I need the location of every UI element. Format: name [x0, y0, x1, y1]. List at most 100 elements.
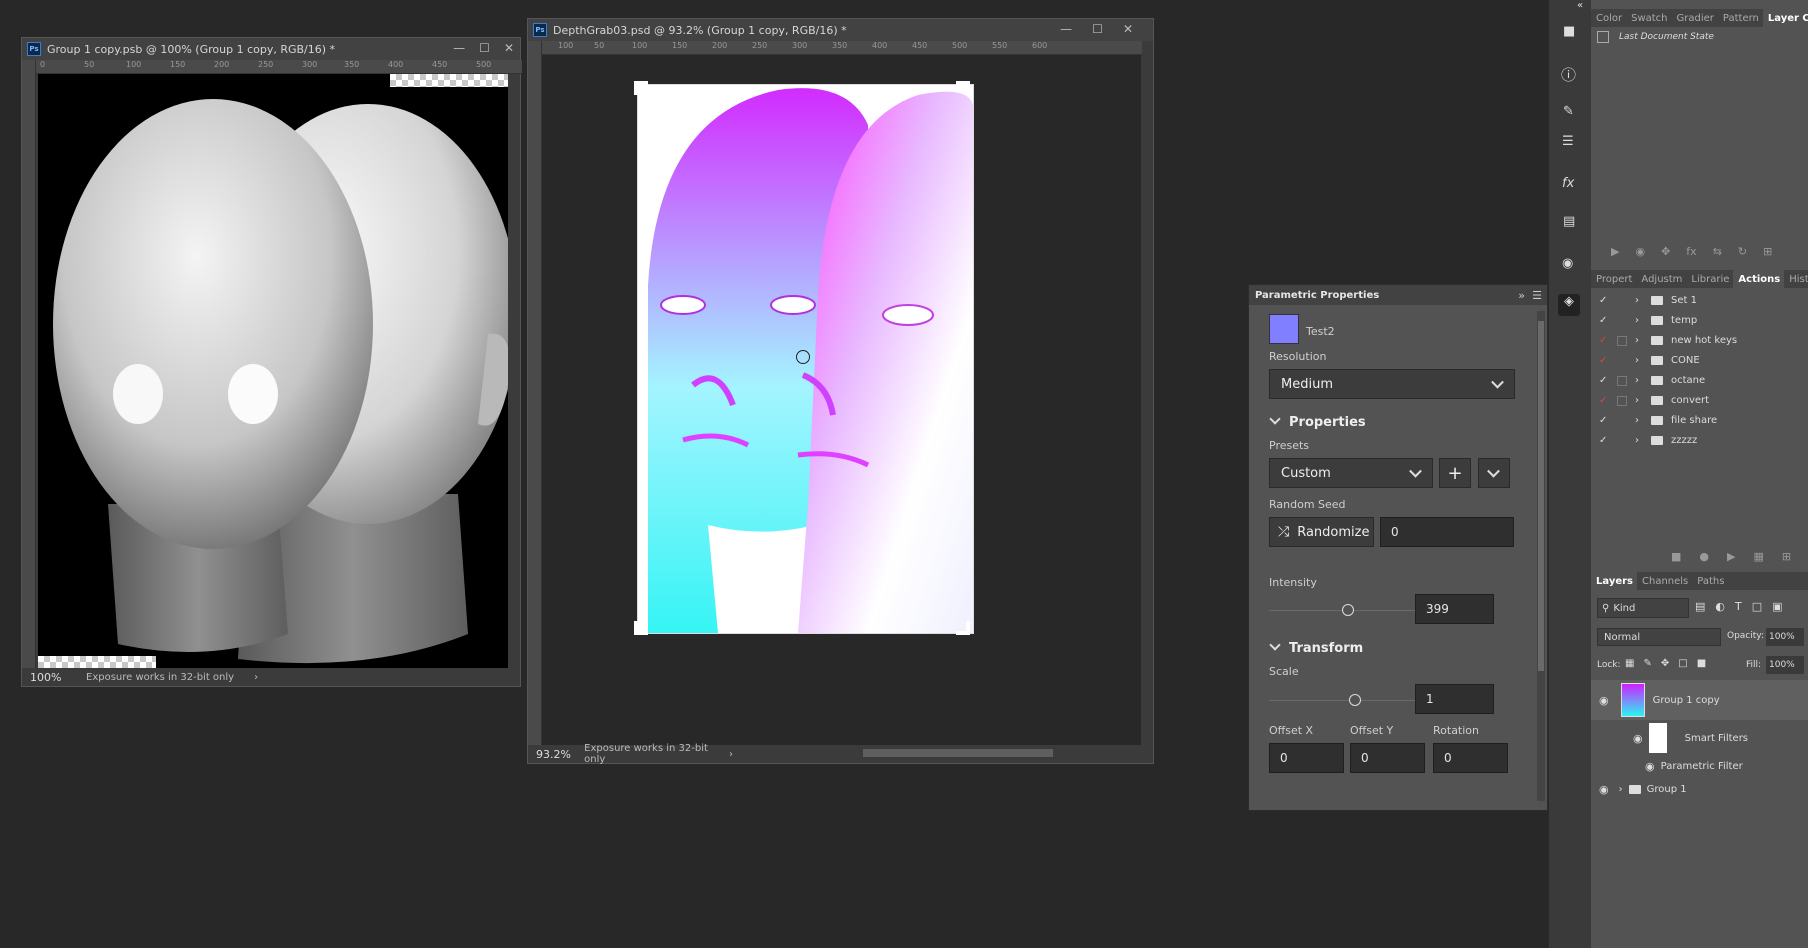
record-icon[interactable]: ●	[1699, 550, 1709, 568]
doc1-titlebar[interactable]: Ps Group 1 copy.psb @ 100% (Group 1 copy…	[22, 38, 520, 60]
layer-comp-row[interactable]: Last Document State	[1597, 31, 1714, 43]
close-icon[interactable]: ✕	[1123, 22, 1133, 36]
presets-dropdown[interactable]: Custom	[1269, 458, 1433, 488]
status-chevron-icon[interactable]: ›	[729, 749, 733, 760]
check-icon[interactable]: ✓	[1599, 415, 1609, 426]
transform-section-header[interactable]: Transform	[1269, 639, 1363, 656]
move-icon[interactable]: ✥	[1661, 245, 1670, 263]
tab-adjustments[interactable]: Adjustm	[1636, 270, 1686, 288]
lock-all-icon[interactable]: ■	[1697, 658, 1706, 669]
list-item[interactable]: ✓ › file share	[1591, 412, 1808, 429]
lock-position-icon[interactable]: ✥	[1661, 658, 1669, 669]
maximize-icon[interactable]: ☐	[479, 41, 490, 55]
scrollbar-thumb[interactable]	[1538, 321, 1544, 671]
scale-input[interactable]: 1	[1415, 684, 1494, 714]
eye-icon[interactable]: ◉	[1633, 732, 1643, 745]
eye-icon[interactable]: ◉	[1599, 694, 1609, 707]
list-item[interactable]: ✓ › temp	[1591, 312, 1808, 329]
doc2-canvas[interactable]	[637, 84, 974, 634]
expand-icon[interactable]: ›	[1635, 375, 1639, 386]
fill-input[interactable]: 100%	[1766, 656, 1804, 674]
rotation-input[interactable]: 0	[1433, 743, 1508, 773]
expand-icon[interactable]: ›	[1635, 335, 1639, 346]
lock-paint-icon[interactable]: ✎	[1643, 658, 1651, 669]
new-action-icon[interactable]: ⊞	[1782, 550, 1791, 568]
list-item[interactable]: ✓ › zzzzz	[1591, 432, 1808, 449]
layer-item-group1copy[interactable]: ◉ Group 1 copy	[1591, 680, 1808, 720]
tab-libraries[interactable]: Librarie	[1686, 270, 1733, 288]
check-icon[interactable]: ✓	[1599, 355, 1609, 366]
parametric-properties-panel[interactable]: Parametric Properties » ☰ Test2 Resoluti…	[1248, 284, 1548, 811]
layers-tabs[interactable]: Layers Channels Paths	[1591, 572, 1808, 590]
preset-color-swatch[interactable]	[1269, 314, 1299, 344]
expand-icon[interactable]: ›	[1635, 295, 1639, 306]
transform-handle[interactable]	[956, 621, 970, 635]
image-filter-icon[interactable]: ▤	[1695, 600, 1705, 613]
opacity-input[interactable]: 100%	[1766, 628, 1804, 646]
eye-icon[interactable]: ◉	[1645, 760, 1655, 773]
eye-icon[interactable]: ◉	[1599, 783, 1609, 796]
tab-properties[interactable]: Propert	[1591, 270, 1636, 288]
refresh-icon[interactable]: ↻	[1738, 245, 1747, 263]
transform-handle[interactable]	[634, 81, 648, 95]
check-icon[interactable]: ✓	[1599, 315, 1609, 326]
tab-swatches[interactable]: Swatch	[1626, 9, 1671, 27]
close-icon[interactable]: ✕	[504, 41, 514, 55]
comments-icon[interactable]: ■	[1563, 24, 1575, 39]
new-icon[interactable]: ⊞	[1763, 245, 1772, 263]
document-window-group1copy[interactable]: Ps Group 1 copy.psb @ 100% (Group 1 copy…	[21, 37, 522, 687]
maximize-icon[interactable]: ☐	[1092, 22, 1103, 36]
shape-filter-icon[interactable]: □	[1752, 600, 1762, 613]
scrollbar-thumb[interactable]	[863, 749, 1053, 757]
add-preset-button[interactable]: +	[1439, 458, 1471, 488]
expand-icon[interactable]: ›	[1635, 395, 1639, 406]
notes-icon[interactable]: ▤	[1563, 214, 1575, 229]
offset-x-input[interactable]: 0	[1269, 743, 1344, 773]
tab-actions[interactable]: Actions	[1733, 270, 1785, 288]
expand-icon[interactable]: ›	[1635, 315, 1639, 326]
tab-layer-comps[interactable]: Layer Comp	[1762, 9, 1808, 27]
document-window-depthgrab[interactable]: Ps DepthGrab03.psd @ 93.2% (Group 1 copy…	[527, 18, 1154, 765]
transform-handle[interactable]	[956, 81, 970, 95]
collapse-dock-icon[interactable]: «	[1577, 0, 1583, 11]
list-item[interactable]: ✓ › octane	[1591, 372, 1808, 389]
expand-icon[interactable]: ›	[1635, 355, 1639, 366]
adjustment-filter-icon[interactable]: ◐	[1715, 600, 1725, 613]
dialog-toggle[interactable]	[1617, 375, 1627, 386]
expand-icon[interactable]: ›	[1619, 784, 1623, 795]
eye-icon[interactable]: ◉	[1635, 245, 1645, 263]
fx-icon[interactable]: fx	[1562, 176, 1574, 191]
parametric-filter-icon[interactable]: ◈	[1558, 294, 1580, 316]
vertical-scrollbar[interactable]	[1141, 55, 1153, 745]
lock-artboard-icon[interactable]: □	[1678, 658, 1687, 669]
zoom-level[interactable]: 93.2%	[528, 748, 578, 761]
minimize-icon[interactable]: —	[453, 41, 465, 55]
expand-icon[interactable]: ›	[1635, 435, 1639, 446]
stop-icon[interactable]: ■	[1671, 550, 1681, 568]
actions-tabs[interactable]: Propert Adjustm Librarie Actions Histor	[1591, 270, 1808, 288]
list-item[interactable]: ✓ › convert	[1591, 392, 1808, 409]
styles-icon[interactable]: ◉	[1562, 256, 1573, 271]
brush-icon[interactable]: ✎	[1563, 104, 1574, 119]
properties-section-header[interactable]: Properties	[1269, 413, 1366, 430]
minimize-icon[interactable]: —	[1060, 22, 1072, 36]
tab-gradients[interactable]: Gradier	[1672, 9, 1718, 27]
dialog-toggle[interactable]	[1617, 335, 1627, 346]
list-item[interactable]: ✓ › CONE	[1591, 352, 1808, 369]
new-set-icon[interactable]: ▦	[1753, 550, 1763, 568]
check-icon[interactable]: ✓	[1599, 335, 1609, 346]
blend-mode-dropdown[interactable]: Normal	[1597, 628, 1721, 646]
type-filter-icon[interactable]: T	[1735, 600, 1742, 613]
tab-history[interactable]: Histor	[1784, 270, 1808, 288]
fx-icon[interactable]: fx	[1686, 245, 1696, 263]
check-icon[interactable]: ✓	[1599, 435, 1609, 446]
resolution-dropdown[interactable]: Medium	[1269, 369, 1515, 399]
intensity-input[interactable]: 399	[1415, 594, 1494, 624]
tab-paths[interactable]: Paths	[1692, 572, 1728, 590]
panel-scrollbar[interactable]	[1537, 311, 1545, 801]
collapse-panel-icon[interactable]: »	[1518, 289, 1525, 302]
layer-item-parametricfilter[interactable]: ◉ Parametric Filter	[1591, 756, 1808, 776]
check-icon[interactable]: ✓	[1599, 295, 1609, 306]
check-icon[interactable]: ✓	[1599, 375, 1609, 386]
offset-y-input[interactable]: 0	[1350, 743, 1425, 773]
